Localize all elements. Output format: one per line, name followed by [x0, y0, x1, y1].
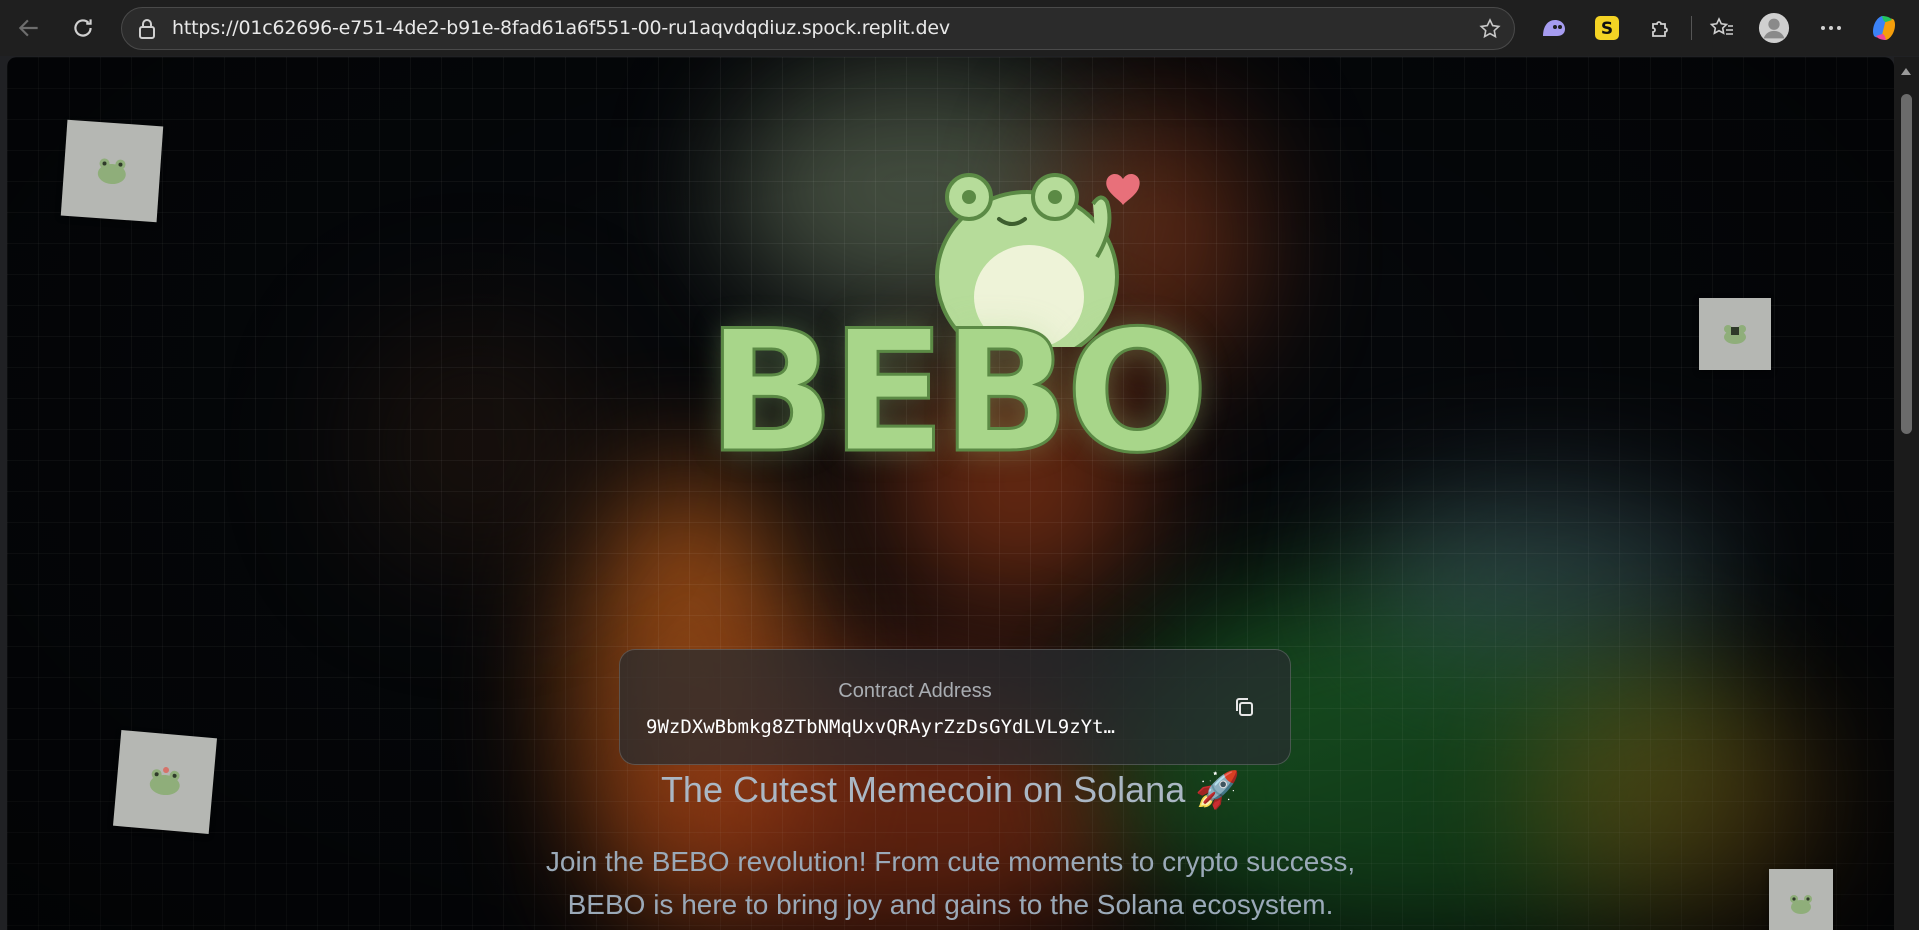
profile-icon[interactable] [1758, 12, 1790, 44]
favorites-icon[interactable] [1706, 12, 1738, 44]
copy-button[interactable] [1228, 691, 1260, 723]
ghost-extension-icon[interactable] [1538, 12, 1570, 44]
hero-description-line: BEBO is here to bring joy and gains to t… [567, 889, 1334, 920]
star-icon[interactable] [1478, 17, 1502, 41]
contract-address-value[interactable]: 9WzDXwBbmkg8ZTbNMqUxvQRAyrZzDsGYdLVL9zYt… [646, 716, 1186, 738]
puzzle-icon[interactable] [1645, 12, 1677, 44]
frog-sticker-image [1699, 298, 1771, 370]
address-bar[interactable]: https://01c62696-e751-4de2-b91e-8fad61a6… [121, 7, 1515, 50]
page-scrollbar[interactable] [1894, 57, 1919, 930]
scroll-up-arrow-icon[interactable] [1901, 68, 1911, 75]
copy-icon [1236, 698, 1253, 716]
more-icon[interactable] [1815, 12, 1847, 44]
s-extension-icon[interactable]: S [1591, 12, 1623, 44]
url-text[interactable]: https://01c62696-e751-4de2-b91e-8fad61a6… [172, 8, 950, 49]
browser-toolbar: https://01c62696-e751-4de2-b91e-8fad61a6… [0, 0, 1919, 56]
bebo-logo: BEBO [706, 157, 1211, 490]
scrollbar-thumb[interactable] [1901, 94, 1912, 434]
toolbar-divider [1691, 16, 1692, 40]
contract-label: Contract Address [838, 680, 992, 702]
logo-wordmark: BEBO [706, 294, 1211, 490]
copilot-icon[interactable] [1868, 12, 1900, 44]
hero-description-line: Join the BEBO revolution! From cute mome… [545, 846, 1356, 877]
hero-description: Join the BEBO revolution! From cute mome… [7, 840, 1894, 926]
hero-tagline: The Cutest Memecoin on Solana 🚀 [660, 769, 1241, 810]
back-icon[interactable] [11, 10, 47, 46]
svg-text:S: S [1601, 19, 1613, 39]
frog-sticker-image [60, 119, 164, 223]
lock-icon[interactable] [136, 18, 158, 40]
contract-address-card: Contract Address 9WzDXwBbmkg8ZTbNMqUxvQR… [619, 649, 1291, 765]
refresh-icon[interactable] [65, 10, 101, 46]
page-viewport: BEBO Contract Address 9WzDXwBbmkg8ZTbNMq… [7, 57, 1894, 930]
